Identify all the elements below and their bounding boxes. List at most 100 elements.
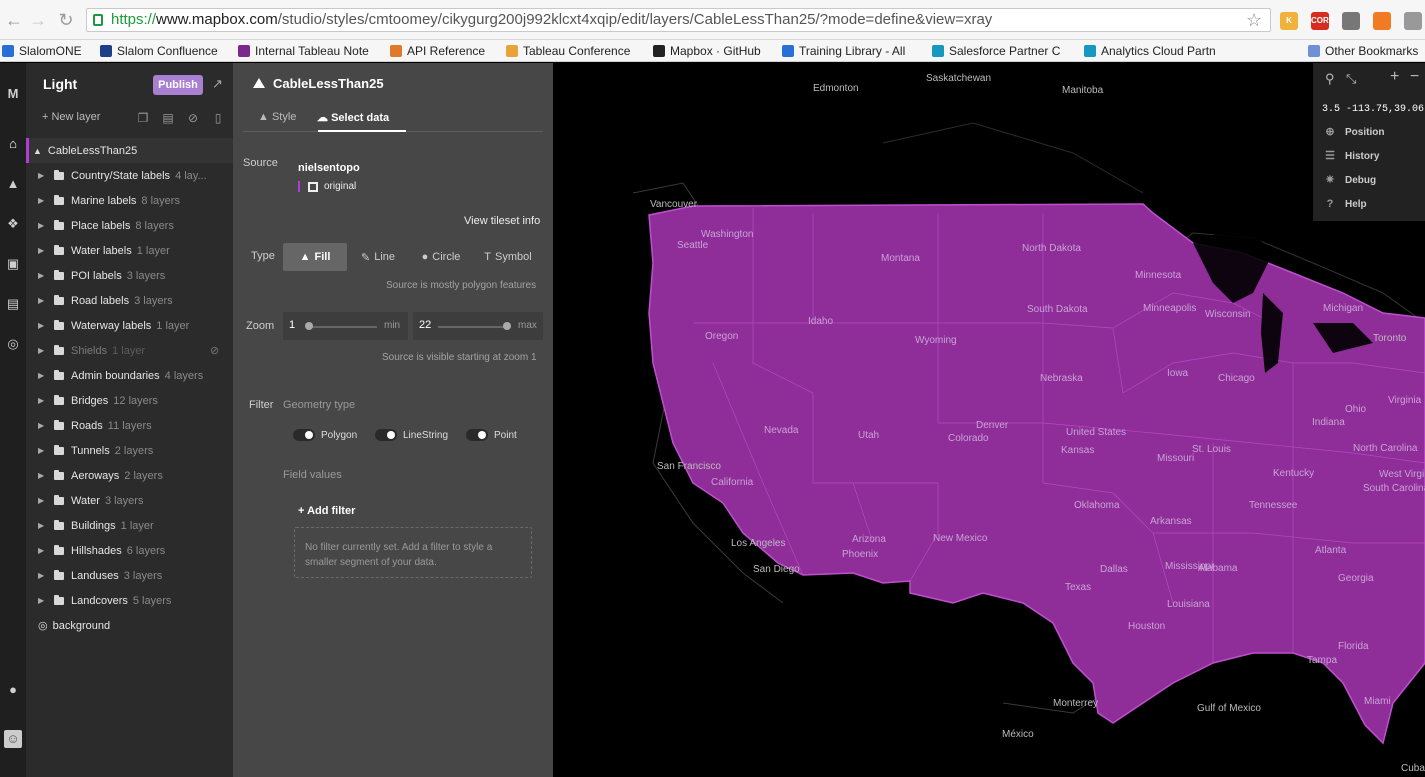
- toggle-switch[interactable]: [466, 429, 488, 441]
- fullscreen-icon[interactable]: ⤡: [1346, 71, 1356, 87]
- layer-group-item[interactable]: ▶ POI labels 3 layers: [26, 263, 233, 288]
- history-button[interactable]: ☰ History: [1323, 150, 1379, 162]
- tab-style[interactable]: ▲ Style: [258, 111, 296, 123]
- type-line-button[interactable]: ✎ Line: [347, 243, 409, 271]
- chevron-right-icon[interactable]: ▶: [38, 546, 48, 555]
- layer-group-item[interactable]: ▶ Water labels 1 layer: [26, 238, 233, 263]
- chevron-right-icon[interactable]: ▶: [38, 296, 48, 305]
- bookmark-item[interactable]: Slalom Confluence: [100, 43, 218, 59]
- chevron-right-icon[interactable]: ▶: [38, 321, 48, 330]
- layer-group-item[interactable]: ▶ Landuses 3 layers: [26, 563, 233, 588]
- layer-group-item[interactable]: ▶ Roads 11 layers: [26, 413, 233, 438]
- reload-icon[interactable]: ↻: [56, 10, 76, 30]
- tab-select-data[interactable]: ☁ Select data: [317, 111, 389, 124]
- bookmark-item[interactable]: API Reference: [390, 43, 485, 59]
- chevron-right-icon[interactable]: ▶: [38, 421, 48, 430]
- chevron-right-icon[interactable]: ▶: [38, 521, 48, 530]
- help-button[interactable]: ? Help: [1323, 198, 1367, 210]
- bookmark-item[interactable]: Salesforce Partner C: [932, 43, 1060, 59]
- zoom-in-icon[interactable]: +: [1390, 68, 1399, 86]
- bookmark-item[interactable]: SlalomONE: [2, 43, 82, 59]
- layer-item-background[interactable]: ◎ background: [26, 613, 233, 638]
- stats-icon[interactable]: ▣: [4, 255, 22, 273]
- trash-icon[interactable]: ▯: [211, 111, 225, 125]
- layer-group-item[interactable]: ▶ Place labels 8 layers: [26, 213, 233, 238]
- extension-icon[interactable]: [1373, 12, 1391, 30]
- forward-arrow-icon[interactable]: →: [28, 10, 48, 30]
- chevron-right-icon[interactable]: ▶: [38, 346, 48, 355]
- linestring-toggle[interactable]: LineString: [375, 429, 448, 441]
- extension-icon[interactable]: [1342, 12, 1360, 30]
- bookmark-item[interactable]: Internal Tableau Note: [238, 43, 369, 59]
- layer-item-active[interactable]: ▲ CableLessThan25: [26, 138, 233, 163]
- debug-button[interactable]: ✷ Debug: [1323, 174, 1376, 186]
- datasets-icon[interactable]: ▤: [4, 295, 22, 313]
- tilesets-icon[interactable]: ❖: [4, 215, 22, 233]
- bookmark-item[interactable]: Training Library - All: [782, 43, 905, 59]
- zoom-max-slider[interactable]: 22 max: [413, 312, 543, 340]
- source-layer[interactable]: original: [298, 181, 356, 192]
- chevron-right-icon[interactable]: ▶: [38, 271, 48, 280]
- layer-group-item[interactable]: ▶ Bridges 12 layers: [26, 388, 233, 413]
- zoom-min-slider[interactable]: 1 min: [283, 312, 408, 340]
- styles-bucket-icon[interactable]: ▲: [4, 175, 22, 193]
- chevron-right-icon[interactable]: ▶: [38, 496, 48, 505]
- layer-group-item[interactable]: ▶ Admin boundaries 4 layers: [26, 363, 233, 388]
- chevron-right-icon[interactable]: ▶: [38, 371, 48, 380]
- chevron-right-icon[interactable]: ▶: [38, 196, 48, 205]
- toggle-switch[interactable]: [293, 429, 315, 441]
- hidden-eye-icon[interactable]: ⊘: [210, 344, 219, 357]
- layer-group-item[interactable]: ▶ Marine labels 8 layers: [26, 188, 233, 213]
- layer-group-item[interactable]: ▶ Road labels 3 layers: [26, 288, 233, 313]
- new-layer-button[interactable]: + New layer: [42, 111, 100, 123]
- user-avatar[interactable]: ☺: [4, 730, 22, 748]
- layer-group-item[interactable]: ▶ Water 3 layers: [26, 488, 233, 513]
- polygon-toggle[interactable]: Polygon: [293, 429, 357, 441]
- mapbox-logo-icon[interactable]: M: [4, 85, 22, 103]
- layer-group-item[interactable]: ▶ Hillshades 6 layers: [26, 538, 233, 563]
- chevron-right-icon[interactable]: ▶: [38, 396, 48, 405]
- layer-group-item[interactable]: ▶ Landcovers 5 layers: [26, 588, 233, 613]
- layer-group-item[interactable]: ▶ Country/State labels 4 lay...: [26, 163, 233, 188]
- point-toggle[interactable]: Point: [466, 429, 517, 441]
- globe-icon[interactable]: ◎: [4, 335, 22, 353]
- type-symbol-button[interactable]: T Symbol: [473, 243, 543, 271]
- chevron-right-icon[interactable]: ▶: [38, 221, 48, 230]
- layer-group-item[interactable]: ▶ Buildings 1 layer: [26, 513, 233, 538]
- layer-group-item[interactable]: ▶ Waterway labels 1 layer: [26, 313, 233, 338]
- add-filter-button[interactable]: + Add filter: [298, 505, 355, 517]
- hide-layer-icon[interactable]: ⊘: [186, 111, 200, 125]
- folder-add-icon[interactable]: ▤: [161, 111, 175, 125]
- bookmark-star-icon[interactable]: ☆: [1246, 10, 1262, 31]
- extension-icon[interactable]: [1404, 12, 1422, 30]
- address-bar[interactable]: https://www.mapbox.com/studio/styles/cmt…: [86, 8, 1271, 32]
- view-tileset-link[interactable]: View tileset info: [464, 215, 540, 227]
- publish-button[interactable]: Publish: [153, 75, 203, 95]
- position-button[interactable]: ⊕ Position: [1323, 126, 1384, 138]
- layer-group-item[interactable]: ▶ Aeroways 2 layers: [26, 463, 233, 488]
- back-arrow-icon[interactable]: ←: [4, 10, 24, 30]
- layer-group-item[interactable]: ▶ Tunnels 2 layers: [26, 438, 233, 463]
- other-bookmarks[interactable]: Other Bookmarks: [1308, 43, 1418, 59]
- chevron-right-icon[interactable]: ▶: [38, 246, 48, 255]
- toggle-switch[interactable]: [375, 429, 397, 441]
- home-icon[interactable]: ⌂: [4, 135, 22, 153]
- chevron-right-icon[interactable]: ▶: [38, 446, 48, 455]
- extension-icon[interactable]: CORS: [1311, 12, 1334, 30]
- chevron-right-icon[interactable]: ▶: [38, 571, 48, 580]
- duplicate-icon[interactable]: ❐: [136, 111, 150, 125]
- map-canvas[interactable]: Washington Montana North Dakota Minnesota Or…: [553, 63, 1425, 777]
- zoom-max-handle[interactable]: [503, 322, 511, 330]
- layer-group-item[interactable]: ▶ Shields 1 layer ⊘: [26, 338, 233, 363]
- bookmark-item[interactable]: Tableau Conference: [506, 43, 630, 59]
- source-name[interactable]: nielsentopo: [298, 162, 360, 174]
- zoom-out-icon[interactable]: −: [1410, 68, 1419, 86]
- bookmark-item[interactable]: Analytics Cloud Partn: [1084, 43, 1216, 59]
- notifications-bell-icon[interactable]: ●: [4, 681, 22, 699]
- zoom-min-handle[interactable]: [305, 322, 313, 330]
- type-circle-button[interactable]: ● Circle: [409, 243, 473, 271]
- type-fill-button[interactable]: ▲ Fill: [283, 243, 347, 271]
- search-icon[interactable]: ⚲: [1325, 71, 1335, 87]
- chevron-right-icon[interactable]: ▶: [38, 171, 48, 180]
- extension-icon[interactable]: K: [1280, 12, 1298, 30]
